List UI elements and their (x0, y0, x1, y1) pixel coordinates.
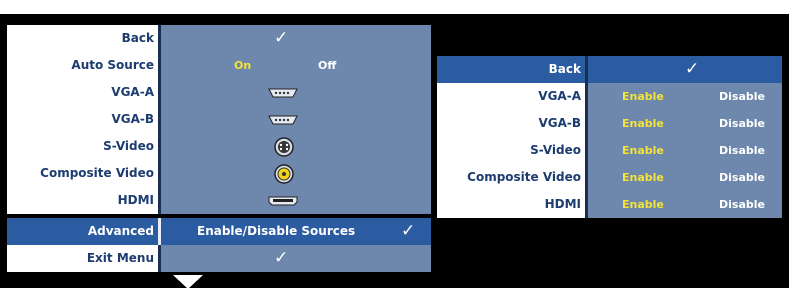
enable-option[interactable]: Enable (622, 164, 664, 191)
submenu-item-vga-a[interactable]: VGA-A Enable Disable (437, 83, 782, 110)
menu-item-label: S-Video (7, 133, 158, 160)
menu-item-vga-b[interactable]: VGA-B (7, 106, 431, 133)
enable-option[interactable]: Enable (622, 83, 664, 110)
menu-item-label: Back (7, 25, 158, 52)
menu-item-label: Composite Video (7, 160, 158, 187)
advanced-value: Enable/Disable Sources (197, 224, 356, 238)
enable-option[interactable]: Enable (622, 110, 664, 137)
menu-item-vga-a[interactable]: VGA-A (7, 79, 431, 106)
disable-option[interactable]: Disable (719, 83, 765, 110)
submenu-item-label: Back (437, 56, 585, 83)
disable-option[interactable]: Disable (719, 110, 765, 137)
menu-item-label: HDMI (7, 187, 158, 214)
check-icon: ✓ (274, 28, 289, 48)
menu-item-label: VGA-B (7, 106, 158, 133)
check-icon: ✓ (685, 59, 700, 79)
menu-item-label: VGA-A (7, 79, 158, 106)
menu-item-label: Auto Source (7, 52, 158, 79)
scroll-down-arrow-icon[interactable] (173, 275, 203, 289)
enable-disable-sources-panel: Back ✓ VGA-A Enable Disable VGA-B Enable… (437, 56, 782, 218)
enable-option[interactable]: Enable (622, 191, 664, 218)
submenu-item-label: VGA-B (437, 110, 585, 137)
enable-option[interactable]: Enable (622, 137, 664, 164)
menu-item-composite-video[interactable]: Composite Video (7, 160, 431, 187)
submenu-item-label: Composite Video (437, 164, 585, 191)
disable-option[interactable]: Disable (719, 164, 765, 191)
check-icon: ✓ (401, 221, 416, 241)
submenu-item-label: HDMI (437, 191, 585, 218)
menu-item-auto-source[interactable]: Auto Source On Off (7, 52, 431, 79)
menu-item-label: Advanced (7, 218, 158, 245)
menu-item-hdmi[interactable]: HDMI (7, 187, 431, 214)
menu-item-s-video[interactable]: S-Video (7, 133, 431, 160)
submenu-item-label: VGA-A (437, 83, 585, 110)
submenu-item-s-video[interactable]: S-Video Enable Disable (437, 137, 782, 164)
menu-item-advanced[interactable]: Advanced Enable/Disable Sources ✓ (7, 218, 431, 245)
vga-icon (268, 115, 298, 125)
submenu-item-hdmi[interactable]: HDMI Enable Disable (437, 191, 782, 218)
disable-option[interactable]: Disable (719, 191, 765, 218)
svideo-icon (274, 137, 294, 157)
composite-icon (274, 164, 294, 184)
disable-option[interactable]: Disable (719, 137, 765, 164)
submenu-item-back[interactable]: Back ✓ (437, 56, 782, 83)
hdmi-icon (268, 196, 298, 206)
osd-menu: Back ✓ Auto Source On Off VGA-A VGA-B S-… (0, 14, 789, 289)
option-on[interactable]: On (234, 52, 251, 79)
check-icon: ✓ (274, 248, 289, 268)
submenu-item-vga-b[interactable]: VGA-B Enable Disable (437, 110, 782, 137)
vga-icon (268, 88, 298, 98)
main-menu-panel: Back ✓ Auto Source On Off VGA-A VGA-B S-… (7, 25, 431, 272)
submenu-item-label: S-Video (437, 137, 585, 164)
menu-item-label: Exit Menu (7, 245, 158, 272)
menu-item-exit[interactable]: Exit Menu ✓ (7, 245, 431, 272)
menu-item-back[interactable]: Back ✓ (7, 25, 431, 52)
option-off[interactable]: Off (318, 52, 336, 79)
submenu-item-composite-video[interactable]: Composite Video Enable Disable (437, 164, 782, 191)
